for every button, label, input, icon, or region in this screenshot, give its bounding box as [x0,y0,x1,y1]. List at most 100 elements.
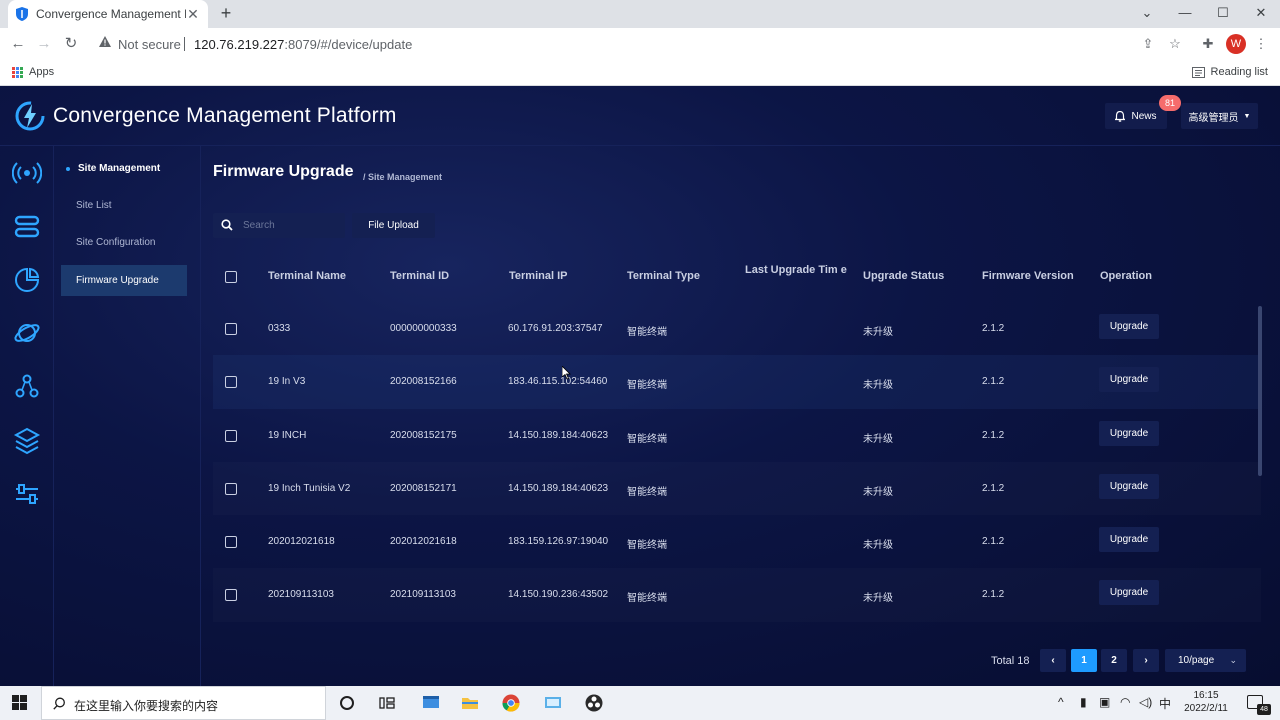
side-navigation: Site Management Site List Site Configura… [54,146,201,686]
page-button-1[interactable]: 1 [1071,649,1097,672]
star-bookmark-icon[interactable]: ☆ [1165,34,1185,54]
table-row: 0333 000000000333 60.176.91.203:37547 智能… [213,302,1261,355]
table-row: 202012021618 202012021618 183.159.126.97… [213,515,1261,568]
minimize-icon[interactable]: — [1166,0,1204,28]
sliders-settings-icon[interactable] [12,479,42,509]
upgrade-button[interactable]: Upgrade [1099,367,1159,393]
close-window-icon[interactable]: ✕ [1242,0,1280,28]
extensions-puzzle-icon[interactable]: ✚ [1198,34,1218,54]
row-checkbox[interactable] [225,589,237,602]
cell-firmware-version: 2.1.2 [982,482,1005,494]
kebab-menu-icon[interactable]: ⋮ [1251,34,1271,54]
cell-terminal-name: 0333 [268,323,291,334]
cell-terminal-id: 202109113103 [390,589,456,601]
sidebar-item-site-list[interactable]: Site List [76,200,112,211]
upgrade-button[interactable]: Upgrade [1099,420,1159,446]
upgrade-button[interactable]: Upgrade [1099,527,1159,553]
lightning-logo-icon [15,101,45,131]
reading-list-label: Reading list [1210,66,1268,78]
clock-date: 2022/2/11 [1184,703,1228,714]
page-size-select[interactable]: 10/page ⌄ [1165,649,1246,672]
active-dot-icon [66,166,70,171]
cell-terminal-type: 智能终端 [627,433,667,445]
volume-icon[interactable]: ◁) [1139,695,1152,709]
select-all-checkbox[interactable] [225,271,237,283]
os-taskbar: 在这里输入你要搜索的内容 ^ ▮ ▣ ◠ ◁) 中 16:15 2022/2/1… [0,686,1280,720]
url-field[interactable]: 120.76.219.227:8079/#/device/update [194,37,412,52]
browser-tab[interactable]: Convergence Management Pl ✕ [8,0,208,28]
reading-list-button[interactable]: Reading list [1191,66,1268,78]
forward-arrow-icon[interactable]: → [33,33,55,55]
tab-search-chevron-icon[interactable]: ⌄ [1128,0,1166,28]
layers-icon[interactable] [12,426,42,456]
taskbar-search-input[interactable]: 在这里输入你要搜索的内容 [41,686,326,720]
windows-start-icon[interactable] [12,695,27,710]
broadcast-signal-icon[interactable] [12,158,42,188]
back-arrow-icon[interactable]: ← [7,33,29,55]
row-checkbox[interactable] [225,429,237,442]
row-checkbox[interactable] [225,323,237,335]
app-header: Convergence Management Platform News 81 … [0,86,1280,146]
upgrade-button[interactable]: Upgrade [1099,580,1159,606]
sidebar-item-firmware-upgrade[interactable]: Firmware Upgrade [61,265,187,296]
row-checkbox[interactable] [225,536,237,549]
obs-recorder-icon[interactable] [584,693,604,713]
share-icon[interactable]: ⇪ [1138,34,1158,54]
remote-desktop-icon[interactable] [543,693,563,713]
table-scrollbar[interactable] [1258,306,1262,476]
reload-icon[interactable]: ↻ [60,33,82,55]
cortana-circle-icon[interactable] [337,693,357,713]
cell-upgrade-status: 未升级 [863,486,893,498]
user-menu[interactable]: 高级管理员 ▼ [1181,103,1258,129]
chevron-down-icon: ⌄ [1229,655,1237,665]
table-row: 19 In V3 202008152166 183.46.115.102:544… [213,355,1261,409]
row-checkbox[interactable] [225,482,237,495]
user-label: 高级管理员 [1188,112,1239,124]
profile-avatar[interactable]: W [1226,34,1246,54]
maximize-icon[interactable]: ☐ [1204,0,1242,28]
next-page-chevron-icon[interactable]: › [1133,649,1159,672]
app-window-icon[interactable] [421,693,441,713]
notification-center-icon[interactable]: 48 [1247,695,1271,715]
breadcrumb[interactable]: / Site Management [363,172,442,182]
cell-terminal-name: 19 Inch Tunisia V2 [268,482,351,494]
planet-orbit-icon[interactable] [12,318,42,348]
search-input[interactable]: Search [213,213,345,238]
chrome-browser-icon[interactable] [501,693,521,713]
sidebar-item-label: Firmware Upgrade [76,275,159,286]
tray-expand-chevron-icon[interactable]: ^ [1058,695,1064,709]
column-header: Terminal ID [390,270,450,282]
system-clock[interactable]: 16:15 2022/2/11 [1178,689,1234,715]
icon-rail [0,146,54,686]
cell-terminal-name: 19 INCH [268,429,307,441]
warning-icon[interactable] [99,36,111,47]
page-button-2[interactable]: 2 [1101,649,1127,672]
upgrade-button[interactable]: Upgrade [1099,473,1159,499]
nav-group-site-management[interactable]: Site Management [66,163,160,174]
news-button[interactable]: News [1105,103,1167,129]
tab-close-icon[interactable]: ✕ [186,6,200,23]
task-view-icon[interactable] [377,693,397,713]
new-tab-icon[interactable]: + [216,3,236,23]
file-explorer-folder-icon[interactable] [460,693,480,713]
upgrade-button[interactable]: Upgrade [1099,314,1159,339]
network-nodes-icon[interactable] [12,372,42,402]
search-placeholder: Search [243,220,275,231]
table-row: 202109113103 202109113103 14.150.190.236… [213,568,1261,621]
prev-page-chevron-icon[interactable]: ‹ [1040,649,1066,672]
app-root: Convergence Management Platform News 81 … [0,86,1280,686]
pie-chart-icon[interactable] [12,265,42,295]
wifi-icon[interactable]: ◠ [1120,695,1130,709]
sidebar-item-site-configuration[interactable]: Site Configuration [76,237,156,248]
row-checkbox[interactable] [225,376,237,389]
ime-indicator[interactable]: 中 [1159,695,1171,712]
server-stack-icon[interactable] [12,212,42,242]
tray-app-icon[interactable]: ▣ [1099,695,1110,709]
cell-terminal-ip: 60.176.91.203:37547 [508,323,603,334]
notification-count: 48 [1257,704,1271,715]
security-label[interactable]: Not secure [118,37,181,52]
column-header: Upgrade Status [863,270,945,282]
apps-shortcut[interactable]: Apps [12,66,54,78]
usb-device-icon[interactable]: ▮ [1080,695,1087,709]
file-upload-button[interactable]: File Upload [352,213,435,238]
